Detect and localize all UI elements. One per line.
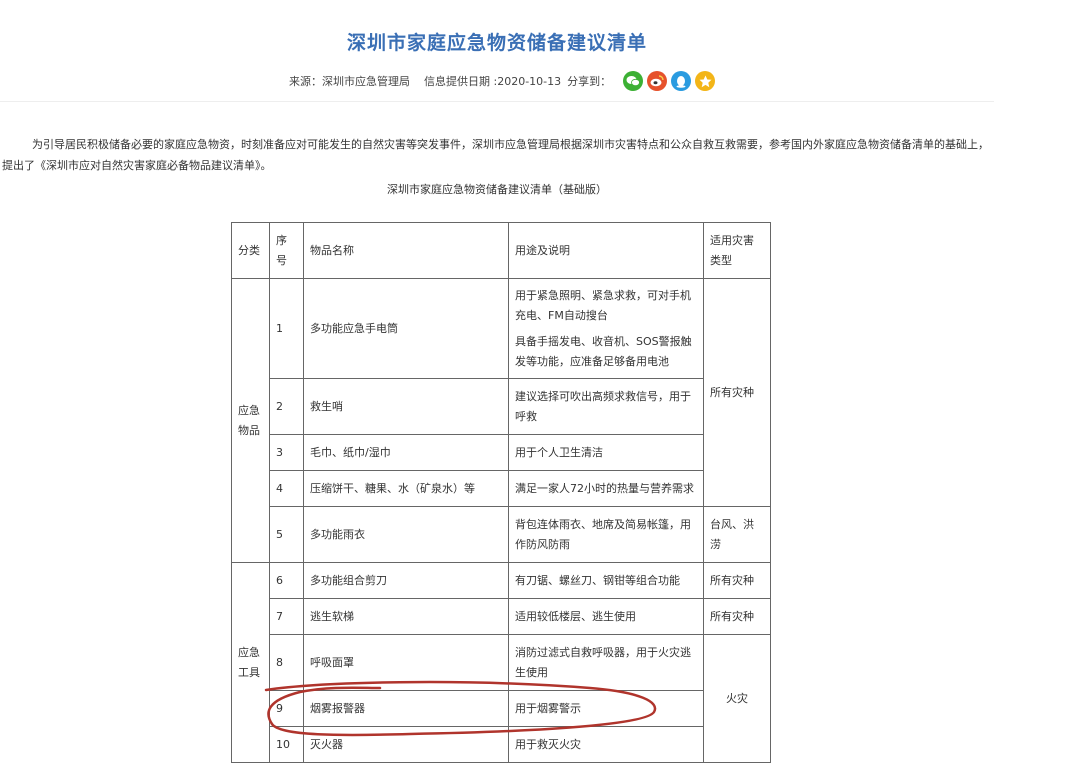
disaster-cell: 所有灾种 xyxy=(703,598,771,635)
table-row: 4 压缩饼干、糖果、水（矿泉水）等 满足一家人72小时的热量与营养需求 xyxy=(232,470,771,507)
qq-icon[interactable] xyxy=(671,71,692,91)
item-cell: 毛巾、纸巾/湿巾 xyxy=(303,434,509,471)
page-title: 深圳市家庭应急物资储备建议清单 xyxy=(346,32,647,54)
table-row: 应急物品 1 多功能应急手电筒 用于紧急照明、紧急求救，可对手机充电、FM自动搜… xyxy=(231,278,771,563)
disaster-cell: 火灾 xyxy=(703,634,771,763)
usage-text: 具备手摇发电、收音机、SOS警报触发等功能，应准备足够备用电池 xyxy=(515,334,692,368)
disaster-cell: 所有灾种 xyxy=(703,278,771,507)
number-cell: 5 xyxy=(269,506,304,563)
usage-cell: 背包连体雨衣、地席及简易帐篷，用作防风防雨 xyxy=(508,506,704,563)
disaster-cell: 所有灾种 xyxy=(703,562,771,599)
number-cell: 7 xyxy=(269,598,304,635)
number-cell: 3 xyxy=(269,434,304,471)
table-row: 2 救生哨 建议选择可吹出高频求救信号，用于呼救 xyxy=(232,378,771,435)
category-cell: 应急物品 xyxy=(231,278,270,563)
share-icons xyxy=(623,71,716,91)
header-disaster: 适用灾害类型 xyxy=(703,222,771,279)
table-title: 深圳市家庭应急物资储备建议清单（基础版） xyxy=(387,183,607,196)
date-text: 信息提供日期 :2020-10-13 xyxy=(424,75,562,88)
usage-cell: 用于救灭火灾 xyxy=(508,726,704,763)
item-cell: 逃生软梯 xyxy=(303,598,509,635)
usage-cell: 消防过滤式自救呼吸器，用于火灾逃生使用 xyxy=(508,634,704,691)
article-meta: 来源：深圳市应急管理局 信息提供日期 :2020-10-13 分享到： xyxy=(289,71,716,91)
disaster-cell: 台风、洪涝 xyxy=(703,506,771,563)
header-category: 分类 xyxy=(231,222,270,279)
intro-paragraph: 为引导居民积极储备必要的家庭应急物资，时刻准备应对可能发生的自然灾害等突发事件，… xyxy=(2,138,989,172)
category-cell: 应急工具 xyxy=(231,562,270,763)
qzone-icon[interactable] xyxy=(695,71,716,91)
number-cell: 2 xyxy=(269,378,304,435)
usage-cell: 适用较低楼层、逃生使用 xyxy=(508,598,704,635)
header-usage: 用途及说明 xyxy=(508,222,704,279)
table-header-row: 分类 序号 物品名称 用途及说明 适用灾害类型 xyxy=(231,222,771,279)
number-cell: 9 xyxy=(269,690,304,727)
table-row: 8 呼吸面罩 消防过滤式自救呼吸器，用于火灾逃生使用 火灾 xyxy=(232,634,771,763)
header-item: 物品名称 xyxy=(303,222,509,279)
wechat-icon[interactable] xyxy=(623,71,644,91)
usage-cell: 用于烟雾警示 xyxy=(508,690,704,727)
weibo-icon[interactable] xyxy=(647,71,668,91)
table-row: 9 烟雾报警器 用于烟雾警示 xyxy=(232,690,771,727)
usage-cell: 用于个人卫生清洁 xyxy=(508,434,704,471)
usage-text: 用于紧急照明、紧急求救，可对手机充电、FM自动搜台 xyxy=(515,288,691,322)
header-divider xyxy=(0,101,994,102)
table-row: 10 灭火器 用于救灭火灾 xyxy=(232,726,771,763)
item-cell: 救生哨 xyxy=(303,378,509,435)
table-row: 3 毛巾、纸巾/湿巾 用于个人卫生清洁 xyxy=(232,434,771,471)
number-cell: 6 xyxy=(269,562,304,599)
usage-cell: 用于紧急照明、紧急求救，可对手机充电、FM自动搜台 具备手摇发电、收音机、SOS… xyxy=(508,278,704,379)
usage-cell: 建议选择可吹出高频求救信号，用于呼救 xyxy=(508,378,704,435)
item-cell: 烟雾报警器 xyxy=(303,690,509,727)
share-label: 分享到： xyxy=(567,75,612,88)
supplies-table: 分类 序号 物品名称 用途及说明 适用灾害类型 应急物品 1 多功能应急手电筒 … xyxy=(231,222,771,763)
table-row: 5 多功能雨衣 背包连体雨衣、地席及简易帐篷，用作防风防雨 台风、洪涝 xyxy=(232,506,771,563)
source-text: 来源：深圳市应急管理局 xyxy=(289,75,410,88)
item-cell: 呼吸面罩 xyxy=(303,634,509,691)
header-number: 序号 xyxy=(269,222,304,279)
item-cell: 多功能应急手电筒 xyxy=(303,278,509,379)
item-cell: 多功能组合剪刀 xyxy=(303,562,509,599)
item-cell: 压缩饼干、糖果、水（矿泉水）等 xyxy=(303,470,509,507)
item-cell: 灭火器 xyxy=(303,726,509,763)
usage-cell: 有刀锯、螺丝刀、钢钳等组合功能 xyxy=(508,562,704,599)
number-cell: 8 xyxy=(269,634,304,691)
item-cell: 多功能雨衣 xyxy=(303,506,509,563)
table-row: 7 逃生软梯 适用较低楼层、逃生使用 所有灾种 xyxy=(232,598,771,635)
usage-cell: 满足一家人72小时的热量与营养需求 xyxy=(508,470,704,507)
table-row: 应急工具 6 多功能组合剪刀 有刀锯、螺丝刀、钢钳等组合功能 所有灾种 xyxy=(231,562,771,763)
number-cell: 1 xyxy=(269,278,304,379)
number-cell: 10 xyxy=(269,726,304,763)
number-cell: 4 xyxy=(269,470,304,507)
